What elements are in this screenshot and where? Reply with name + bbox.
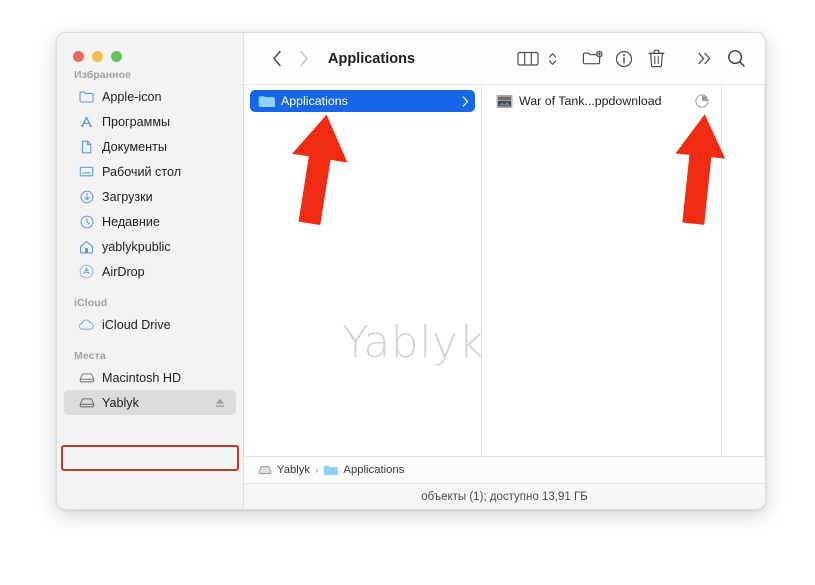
search-icon[interactable] [721,45,751,73]
sidebar-item-desktop[interactable]: Рабочий стол [64,159,236,184]
breadcrumb-label: Applications [343,464,405,476]
sidebar: Избранное Apple-icon Программы Документы [57,33,244,509]
column-view-icon[interactable] [513,45,543,73]
info-circle-icon[interactable] [609,45,639,73]
file-row-war-of-tanks[interactable]: War of Tank...ppdownload [488,90,715,112]
finder-window: Избранное Apple-icon Программы Документы [56,32,766,510]
harddisk-icon [78,370,95,386]
sidebar-item-apple-icon[interactable]: Apple-icon [64,84,236,109]
toolbar-actions [513,45,751,73]
sidebar-item-documents[interactable]: Документы [64,134,236,159]
sidebar-item-label: Программы [102,114,171,129]
sidebar-item-yablyk[interactable]: Yablyk [64,390,236,415]
sidebar-section-favorites-title: Избранное [74,69,132,81]
cloud-icon [78,317,95,333]
breadcrumb-item-applications[interactable]: Applications [323,464,404,476]
chevron-up-down-icon[interactable] [545,45,559,73]
path-bar: Yablyk › Applications [244,456,765,483]
status-bar: объекты (1); доступно 13,91 ГБ [244,483,765,509]
column-1: Applications Yablyk [244,85,482,456]
window-body: Избранное Apple-icon Программы Документы [57,33,765,509]
file-row-applications[interactable]: Applications [250,90,475,112]
window-traffic-lights [73,51,122,62]
chevron-right-icon [458,95,469,107]
harddisk-icon [258,465,272,474]
airdrop-icon [78,264,95,280]
minimize-button[interactable] [92,51,103,62]
sidebar-item-label: Macintosh HD [102,370,182,385]
column-browser: Applications Yablyk War of Tank...ppdown… [244,85,765,456]
sidebar-item-label: Загрузки [102,189,153,204]
clock-icon [78,214,95,230]
sidebar-section-places-title: Места [74,350,106,362]
watermark-text: Yablyk [342,317,482,368]
breadcrumb-label: Yablyk [277,464,311,476]
applications-icon [78,114,95,130]
folder-icon [324,465,339,476]
maximize-button[interactable] [111,51,122,62]
folder-icon [78,89,95,105]
sidebar-item-label: AirDrop [102,264,145,279]
file-name: War of Tank...ppdownload [519,94,662,108]
back-button[interactable] [264,46,290,72]
main-area: Applications Applications Yablyk War of … [244,33,765,509]
sidebar-item-airdrop[interactable]: AirDrop [64,259,236,284]
breadcrumb-separator: › [315,464,319,476]
column-2: War of Tank...ppdownload [482,85,722,456]
home-icon [78,239,95,255]
sidebar-item-programs[interactable]: Программы [64,109,236,134]
file-name: Applications [281,94,348,108]
breadcrumb-item-yablyk[interactable]: Yablyk [258,464,310,476]
sidebar-item-label: Документы [102,139,167,154]
status-text: объекты (1); доступно 13,91 ГБ [421,490,588,503]
sidebar-section-icloud-title: iCloud [74,297,108,309]
close-button[interactable] [73,51,84,62]
forward-button[interactable] [290,46,316,72]
column-3 [722,85,765,456]
sidebar-item-label: Apple-icon [102,89,162,104]
sidebar-item-label: yablykpublic [102,239,171,254]
sidebar-item-recents[interactable]: Недавние [64,209,236,234]
sidebar-item-icloud-drive[interactable]: iCloud Drive [64,312,236,337]
sidebar-item-yablykpublic[interactable]: yablykpublic [64,234,236,259]
eject-icon[interactable] [214,397,226,409]
desktop-icon [78,164,95,180]
toolbar: Applications [244,33,765,85]
sidebar-item-label: Недавние [102,214,160,229]
sidebar-item-label: Рабочий стол [102,164,182,179]
trash-icon[interactable] [641,45,671,73]
folder-icon [257,93,275,109]
page-title: Applications [328,50,416,67]
sidebar-item-label: iCloud Drive [102,317,171,332]
file-thumbnail-icon [495,93,513,109]
annotation-highlight-box-yablyk [61,445,239,471]
sidebar-item-label: Yablyk [102,395,139,410]
sidebar-item-macintosh-hd[interactable]: Macintosh HD [64,365,236,390]
harddisk-icon [78,395,95,411]
double-chevron-right-icon[interactable] [689,45,719,73]
sidebar-item-downloads[interactable]: Загрузки [64,184,236,209]
new-folder-action-icon[interactable] [577,45,607,73]
download-progress-icon[interactable] [691,94,709,108]
document-icon [78,139,95,155]
downloads-icon [78,189,95,205]
